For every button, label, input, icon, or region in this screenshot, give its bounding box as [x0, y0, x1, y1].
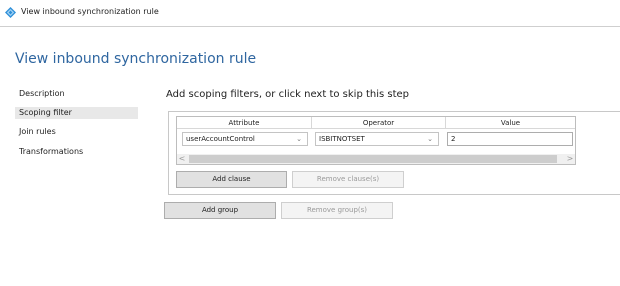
horizontal-scrollbar[interactable]: < > [177, 154, 575, 164]
attribute-value: userAccountControl [186, 135, 255, 143]
operator-dropdown[interactable]: ISBITNOTSET ⌄ [315, 132, 439, 146]
diamond-app-icon [5, 7, 16, 18]
window-title: View inbound synchronization rule [21, 7, 159, 16]
scroll-right-arrow-icon[interactable]: > [565, 154, 575, 164]
column-header-attribute[interactable]: Attribute [177, 117, 311, 129]
sidebar-item-join-rules[interactable]: Join rules [15, 126, 138, 138]
scroll-left-arrow-icon[interactable]: < [177, 154, 187, 164]
add-clause-button[interactable]: Add clause [176, 171, 287, 188]
clause-grid: Attribute Operator Value userAccountCont… [176, 116, 576, 165]
add-group-button[interactable]: Add group [164, 202, 276, 219]
column-header-value[interactable]: Value [446, 117, 575, 129]
sidebar-item-scoping-filter[interactable]: Scoping filter [15, 107, 138, 119]
remove-clause-button[interactable]: Remove clause(s) [292, 171, 404, 188]
title-bar: View inbound synchronization rule [0, 0, 620, 27]
chevron-down-icon: ⌄ [427, 135, 433, 143]
scrollbar-thumb[interactable] [189, 155, 557, 163]
column-header-operator[interactable]: Operator [312, 117, 445, 129]
attribute-dropdown[interactable]: userAccountControl ⌄ [182, 132, 308, 146]
value-input[interactable]: 2 [447, 132, 573, 146]
sidebar-item-transformations[interactable]: Transformations [15, 146, 138, 158]
instruction-text: Add scoping filters, or click next to sk… [166, 89, 410, 100]
sidebar-item-description[interactable]: Description [15, 88, 138, 100]
operator-value: ISBITNOTSET [319, 135, 365, 143]
chevron-down-icon: ⌄ [296, 135, 302, 143]
page-title: View inbound synchronization rule [15, 51, 257, 67]
remove-group-button[interactable]: Remove group(s) [281, 202, 393, 219]
